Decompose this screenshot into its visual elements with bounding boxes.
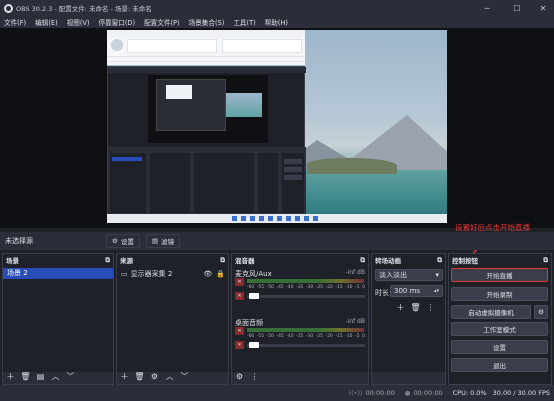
stream-status-icon: ((•)) xyxy=(348,389,363,397)
mixer-channel-level: -inf dB xyxy=(345,318,365,325)
settings-button[interactable]: 设置 xyxy=(451,340,548,354)
filter-icon[interactable]: ▤ xyxy=(36,372,45,381)
chevron-up-icon[interactable]: ︿ xyxy=(165,372,174,381)
chevron-down-icon[interactable]: ﹀ xyxy=(180,372,189,381)
more-icon[interactable]: ⋮ xyxy=(426,303,435,312)
speaker-mute-icon[interactable]: ✕ xyxy=(235,327,244,335)
eye-icon[interactable]: 👁 xyxy=(203,270,212,278)
cpu-usage: CPU: 0.0% xyxy=(452,389,487,397)
gear-icon: ⚙ xyxy=(112,237,118,245)
volume-slider-handle[interactable] xyxy=(249,342,259,348)
menu-file[interactable]: 文件(F) xyxy=(4,17,26,27)
source-settings-button[interactable]: ⚙ 设置 xyxy=(106,234,140,248)
undock-icon[interactable]: ⧉ xyxy=(220,256,225,265)
scene-item[interactable]: 场景 2 xyxy=(3,268,113,279)
menu-tools[interactable]: 工具(T) xyxy=(233,17,255,27)
island xyxy=(307,158,397,174)
start-streaming-button[interactable]: 开始直播 xyxy=(451,268,548,282)
studio-mode-button[interactable]: 工作室模式 xyxy=(451,322,548,336)
spinner-icon[interactable]: ▴▾ xyxy=(434,288,439,294)
volume-slider[interactable] xyxy=(247,295,365,298)
monitor-icon: ▭ xyxy=(121,269,128,278)
undock-icon[interactable]: ⧉ xyxy=(360,256,365,265)
title-bar: OBS 30.2.3 - 配置文件: 未命名 - 场景: 未命名 ─ ☐ ✕ xyxy=(0,0,554,16)
undock-icon[interactable]: ⧉ xyxy=(105,256,110,265)
chevron-down-icon: ▾ xyxy=(435,271,439,279)
no-source-selected-label: 未选择源 xyxy=(5,237,33,245)
add-icon[interactable]: ＋ xyxy=(120,372,129,381)
add-icon[interactable]: ＋ xyxy=(396,303,405,312)
duration-label: 时长 xyxy=(375,289,389,297)
more-icon[interactable]: ⋮ xyxy=(250,372,259,381)
menu-docks[interactable]: 停靠窗口(D) xyxy=(98,17,135,27)
mic-mute-icon[interactable]: ✕ xyxy=(235,292,244,300)
lock-icon[interactable]: 🔒 xyxy=(216,270,225,278)
menu-edit[interactable]: 编辑(E) xyxy=(35,17,58,27)
trash-icon[interactable]: 🗑 xyxy=(410,303,420,312)
mixer-title: 混音器 xyxy=(235,257,255,265)
fps-readout: 30.00 / 30.00 FPS xyxy=(492,389,550,397)
start-virtual-camera-button[interactable]: 启动虚拟摄像机 xyxy=(451,305,531,319)
controls-title: 控制按钮 xyxy=(452,257,478,265)
meter-scale: -60 -55 -50 -45 -40 -35 -30 -25 -20 -15 -10 -5 0 xyxy=(247,334,365,339)
chevron-up-icon[interactable]: ︿ xyxy=(51,372,60,381)
add-icon[interactable]: ＋ xyxy=(6,372,15,381)
source-item[interactable]: ▭ 显示器采集 2 👁 🔒 xyxy=(117,268,228,279)
close-icon[interactable]: ✕ xyxy=(530,0,554,16)
menu-scene-collection[interactable]: 场景集合(S) xyxy=(189,17,225,27)
start-recording-button[interactable]: 开始录制 xyxy=(451,287,548,301)
preview-canvas[interactable] xyxy=(107,30,447,223)
scenes-title: 场景 xyxy=(6,257,19,265)
record-time: 00:00:00 xyxy=(413,389,443,397)
undock-icon[interactable]: ⧉ xyxy=(437,256,442,265)
maximize-icon[interactable]: ☐ xyxy=(504,0,530,16)
volume-meter xyxy=(247,279,364,283)
mic-mute-icon[interactable]: ✕ xyxy=(235,278,244,286)
menu-bar: 文件(F) 编辑(E) 视图(V) 停靠窗口(D) 配置文件(P) 场景集合(S… xyxy=(0,16,554,28)
sources-dock: 来源 ⧉ ▭ 显示器采集 2 👁 🔒 ＋ 🗑 ⚙ ︿ ﹀ xyxy=(116,253,229,385)
transitions-dock: 转场动画 ⧉ 淡入淡出 ▾ 时长 300 ms ▴▾ ＋ 🗑 ⋮ xyxy=(371,253,446,385)
transition-select[interactable]: 淡入淡出 ▾ xyxy=(375,269,443,281)
source-toolbar: 未选择源 xyxy=(0,232,554,250)
sources-title: 来源 xyxy=(120,257,133,265)
stream-time: 00:00:00 xyxy=(365,389,395,397)
volume-slider[interactable] xyxy=(247,344,365,347)
gear-icon[interactable]: ⚙ xyxy=(534,305,548,319)
filter-icon: ▤ xyxy=(152,237,159,245)
meter-scale: -60 -55 -50 -45 -40 -35 -30 -25 -20 -15 -10 -5 0 xyxy=(247,285,365,290)
trash-icon[interactable]: 🗑 xyxy=(20,372,30,381)
gear-icon[interactable]: ⚙ xyxy=(235,372,244,381)
transitions-title: 转场动画 xyxy=(375,257,401,265)
source-filters-button[interactable]: ▤ 滤镜 xyxy=(146,234,181,248)
mixer-channel-level: -inf dB xyxy=(345,269,365,276)
chevron-down-icon[interactable]: ﹀ xyxy=(66,372,75,381)
window-title: OBS 30.2.3 - 配置文件: 未命名 - 场景: 未命名 xyxy=(16,5,152,13)
duration-input[interactable]: 300 ms ▴▾ xyxy=(390,285,443,297)
exit-button[interactable]: 退出 xyxy=(451,358,548,372)
record-status-icon: ● xyxy=(404,389,411,397)
gear-icon[interactable]: ⚙ xyxy=(150,372,159,381)
speaker-mute-icon[interactable]: ✕ xyxy=(235,341,244,349)
trash-icon[interactable]: 🗑 xyxy=(134,372,144,381)
undock-icon[interactable]: ⧉ xyxy=(543,256,548,265)
menu-view[interactable]: 视图(V) xyxy=(67,17,90,27)
menu-help[interactable]: 帮助(H) xyxy=(265,17,288,27)
nested-obs-preview xyxy=(107,66,306,217)
menu-profile[interactable]: 配置文件(P) xyxy=(144,17,180,27)
obs-logo-icon xyxy=(4,3,13,13)
captured-spreadsheet-window xyxy=(107,30,305,65)
windows-taskbar xyxy=(107,214,447,223)
volume-meter xyxy=(247,328,364,332)
volume-slider-handle[interactable] xyxy=(249,293,259,299)
minimize-icon[interactable]: ─ xyxy=(474,0,500,16)
scenes-dock: 场景 ⧉ 场景 2 ＋ 🗑 ▤ ︿ ﹀ xyxy=(2,253,114,385)
status-bar: ((•)) 00:00:00 ● 00:00:00 CPU: 0.0% 30.0… xyxy=(0,385,554,401)
audio-mixer-dock: 混音器 ⧉ 麦克风/Aux -inf dB ✕ -60 -55 -50 -45 -40 -3… xyxy=(231,253,369,385)
